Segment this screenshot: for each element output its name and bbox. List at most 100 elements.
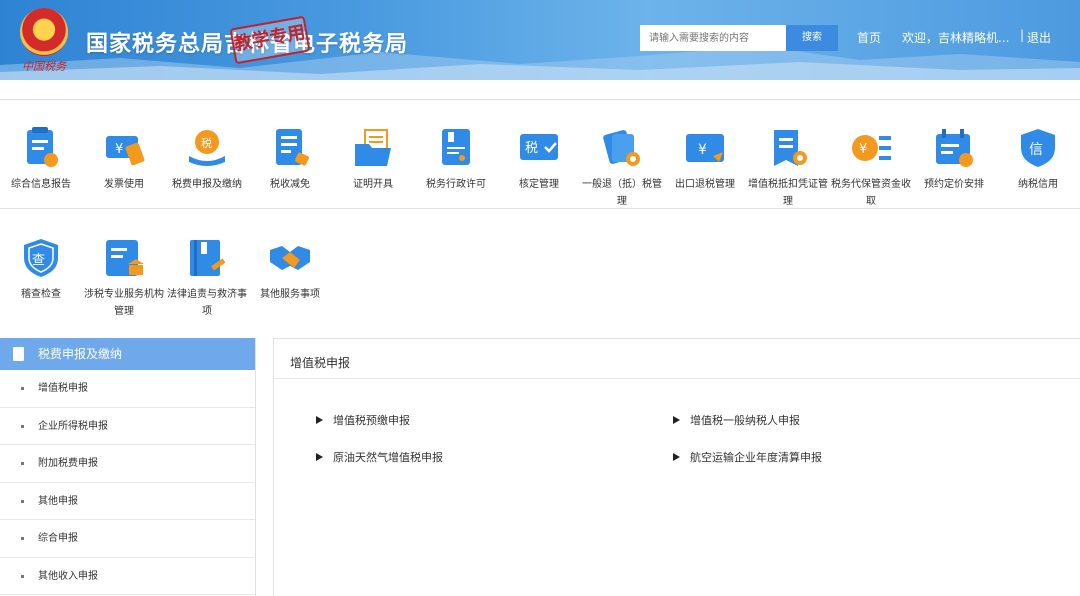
sidebar-item-label: 综合申报 xyxy=(38,533,78,544)
tile-label: 税务行政许可 xyxy=(426,179,486,190)
export-refund-icon: ¥ xyxy=(686,134,724,162)
triangle-right-icon xyxy=(673,416,680,424)
sidebar-item-label: 其他申报 xyxy=(38,495,78,507)
tile-label: 涉税专业服务机构管理 xyxy=(84,289,164,317)
document-icon xyxy=(13,347,24,361)
bullet-icon xyxy=(21,462,24,465)
content-panel: 增值税申报 增值税预缴申报 增值税一般纳税人申报 原油天然气增值税申报 航空运输… xyxy=(273,338,1080,596)
bullet-icon xyxy=(21,499,24,503)
link-vat-prepayment[interactable]: 增值税预缴申报 xyxy=(316,412,410,428)
calendar-check-icon xyxy=(936,129,973,167)
sidebar-item-label: 其他收入申报 xyxy=(38,570,98,582)
credit-shield-icon: 信 xyxy=(1021,129,1055,167)
tile-export-refund[interactable]: ¥ 出口退税管理 xyxy=(665,126,745,193)
coin-funds-icon: ¥ xyxy=(852,135,891,161)
handshake-icon xyxy=(270,246,310,270)
tile-comprehensive-report[interactable]: 综合信息报告 xyxy=(1,126,81,193)
nav-home-link[interactable]: 首页 xyxy=(857,29,881,46)
tile-certificate-issue[interactable]: 证明开具 xyxy=(333,126,413,193)
audit-shield-icon: 查 xyxy=(24,239,58,277)
tile-label: 其他服务事项 xyxy=(260,289,320,300)
tile-label: 预约定价安排 xyxy=(924,179,984,190)
tile-label: 综合信息报告 xyxy=(11,179,71,190)
tile-label: 稽查检查 xyxy=(21,289,61,300)
tile-professional-service[interactable]: 涉税专业服务机构管理 xyxy=(84,236,164,320)
nav-user-welcome[interactable]: 欢迎，吉林精略机... xyxy=(902,29,1009,46)
tile-label: 出口退税管理 xyxy=(675,179,735,190)
svg-text:¥: ¥ xyxy=(115,142,123,157)
svg-text:¥: ¥ xyxy=(698,142,707,158)
tile-admin-license[interactable]: 税务行政许可 xyxy=(416,126,496,193)
sidebar-item-label: 附加税费申报 xyxy=(38,458,98,469)
sidebar-item-other-filing[interactable]: 其他申报 xyxy=(0,483,255,520)
bullet-icon xyxy=(21,537,24,540)
bullet-icon xyxy=(21,574,24,578)
license-icon xyxy=(442,129,470,165)
nav-logout-link[interactable]: 退出 xyxy=(1027,29,1051,46)
search-input[interactable] xyxy=(640,25,786,51)
bullet-icon xyxy=(21,387,24,390)
tile-tax-filing-payment[interactable]: 税 税费申报及缴纳 xyxy=(167,126,247,193)
institution-icon xyxy=(106,240,144,276)
refund-gear-icon xyxy=(603,130,640,166)
tile-general-refund[interactable]: 一般退（抵）税管理 xyxy=(582,126,662,210)
top-divider xyxy=(0,99,1080,100)
certificate-folder-icon xyxy=(355,129,391,166)
tile-label: 税务代保管资金收取 xyxy=(831,179,911,207)
link-aviation-annual-settlement[interactable]: 航空运输企业年度清算申报 xyxy=(673,449,822,465)
svg-text:信: 信 xyxy=(1029,142,1043,158)
row-divider xyxy=(0,208,1080,209)
law-book-icon xyxy=(190,240,226,276)
tax-filing-icon: 税 xyxy=(189,130,225,166)
tile-custody-funds[interactable]: ¥ 税务代保管资金收取 xyxy=(831,126,911,210)
content-divider xyxy=(274,378,1080,379)
voucher-gear-icon xyxy=(774,130,807,166)
sidebar-item-corporate-income-tax[interactable]: 企业所得税申报 xyxy=(0,408,255,445)
tile-invoice-use[interactable]: ¥ 发票使用 xyxy=(84,126,164,193)
tile-label: 发票使用 xyxy=(104,179,144,190)
search-button[interactable]: 搜索 xyxy=(786,25,838,51)
sidebar-item-comprehensive-filing[interactable]: 综合申报 xyxy=(0,520,255,558)
tile-other-services[interactable]: 其他服务事项 xyxy=(250,236,330,303)
tile-tax-credit[interactable]: 信 纳税信用 xyxy=(998,126,1078,193)
tile-label: 税收减免 xyxy=(270,179,310,190)
triangle-right-icon xyxy=(316,416,323,424)
tile-label: 税费申报及缴纳 xyxy=(172,179,242,190)
tile-label: 纳税信用 xyxy=(1018,179,1058,190)
link-crude-oil-gas-vat[interactable]: 原油天然气增值税申报 xyxy=(316,449,443,465)
tile-label: 证明开具 xyxy=(353,179,393,190)
emblem-caption: 中国税务 xyxy=(22,60,66,73)
link-vat-general-taxpayer[interactable]: 增值税一般纳税人申报 xyxy=(673,412,800,428)
sidebar-item-surcharge-filing[interactable]: 附加税费申报 xyxy=(0,445,255,483)
content-title: 增值税申报 xyxy=(290,356,351,370)
tile-vat-deduction-voucher[interactable]: 增值税抵扣凭证管理 xyxy=(748,126,828,210)
triangle-right-icon xyxy=(316,453,323,461)
report-icon xyxy=(27,127,58,167)
tile-legal-remedy[interactable]: 法律追责与救济事项 xyxy=(167,236,247,320)
svg-text:税: 税 xyxy=(525,141,538,156)
nav-separator: | xyxy=(1020,28,1025,42)
tile-tax-reduction[interactable]: 税收减免 xyxy=(250,126,330,193)
sidebar-title: 税费申报及缴纳 xyxy=(38,347,123,361)
tax-verify-icon: 税 xyxy=(520,134,558,160)
sidebar-header: 税费申报及缴纳 xyxy=(0,338,255,370)
svg-text:查: 查 xyxy=(32,253,45,268)
tile-label: 法律追责与救济事项 xyxy=(167,289,247,317)
sidebar-item-label: 企业所得税申报 xyxy=(38,420,108,432)
sidebar-item-other-income-filing[interactable]: 其他收入申报 xyxy=(0,558,255,595)
invoice-icon: ¥ xyxy=(106,136,145,166)
sidebar-panel: 税费申报及缴纳 增值税申报 企业所得税申报 附加税费申报 其他申报 综合申报 其… xyxy=(0,338,256,596)
tile-label: 核定管理 xyxy=(519,179,559,190)
sidebar-item-vat-filing[interactable]: 增值税申报 xyxy=(0,370,255,408)
tile-label: 一般退（抵）税管理 xyxy=(582,179,662,207)
tile-verification-management[interactable]: 税 核定管理 xyxy=(499,126,579,193)
svg-text:税: 税 xyxy=(201,136,212,150)
sidebar-item-label: 增值税申报 xyxy=(38,383,88,394)
triangle-right-icon xyxy=(673,453,680,461)
tile-audit-inspection[interactable]: 查 稽查检查 xyxy=(1,236,81,303)
tax-reduction-icon xyxy=(276,129,309,166)
tile-advance-pricing[interactable]: 预约定价安排 xyxy=(914,126,994,193)
site-header: 中国税务 国家税务总局吉林省电子税务局 教学专用 搜索 首页 欢迎，吉林精略机.… xyxy=(0,0,1080,80)
tax-emblem-logo xyxy=(20,8,68,56)
tile-label: 增值税抵扣凭证管理 xyxy=(748,179,828,207)
